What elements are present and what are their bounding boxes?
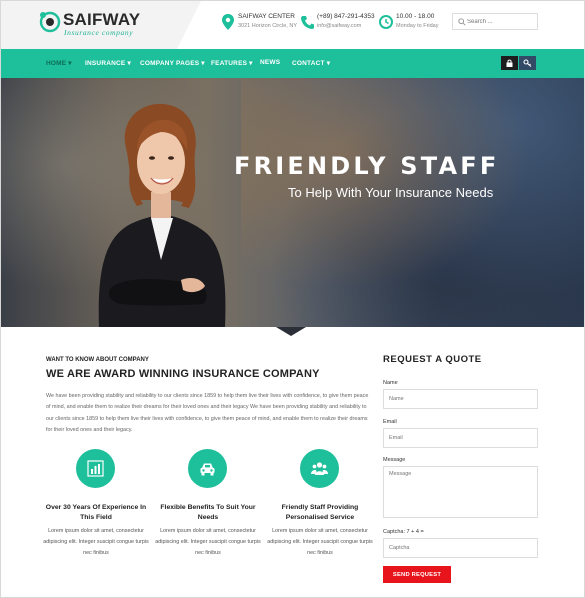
hero-woman-image xyxy=(98,103,226,327)
brand-tagline: Insurance company xyxy=(64,28,134,37)
name-label: Name xyxy=(383,380,398,386)
nav-features[interactable]: FEATURES ▾ xyxy=(211,59,253,67)
captcha-field[interactable] xyxy=(383,538,538,558)
feature-title-experience: Over 30 Years Of Experience In This Fiel… xyxy=(45,504,147,521)
feature-circle-benefits xyxy=(188,449,227,488)
message-label: Message xyxy=(383,457,406,463)
page: SAIFWAY Insurance company SAIFWAY CENTER… xyxy=(0,0,585,598)
nav-news[interactable]: NEWS xyxy=(260,59,280,66)
address-line1: SAIFWAY CENTER xyxy=(238,13,295,20)
car-icon xyxy=(200,463,215,476)
main-nav: HOME ▾ INSURANCE ▾ COMPANY PAGES ▾ FEATU… xyxy=(1,49,584,78)
map-pin-icon xyxy=(222,14,234,30)
feature-title-staff: Friendly Staff Providing Personalised Se… xyxy=(281,504,359,521)
register-button[interactable] xyxy=(519,56,536,70)
email-field[interactable] xyxy=(383,428,538,448)
phone-number[interactable]: (+89) 847-291-4353 xyxy=(317,13,375,20)
phone-icon xyxy=(301,16,314,29)
login-button[interactable] xyxy=(501,56,518,70)
logo-area[interactable]: SAIFWAY Insurance company xyxy=(1,1,201,49)
lock-icon xyxy=(506,59,513,67)
feature-circle-experience xyxy=(76,449,115,488)
hero-title: FRIENDLY STAFF xyxy=(234,152,500,180)
about-eyebrow: WANT TO KNOW ABOUT COMPANY xyxy=(46,357,149,363)
key-icon xyxy=(523,59,532,67)
search-input[interactable] xyxy=(467,15,535,28)
site-header: SAIFWAY Insurance company SAIFWAY CENTER… xyxy=(1,1,584,49)
feature-title-benefits: Flexible Benefits To Suit Your Needs xyxy=(160,504,256,521)
search-box[interactable] xyxy=(452,13,538,30)
bar-chart-icon xyxy=(87,460,104,477)
clock-icon xyxy=(379,15,393,29)
people-icon xyxy=(311,462,328,475)
hero-subtitle: To Help With Your Insurance Needs xyxy=(288,185,494,200)
about-paragraph: We have been providing stability and rel… xyxy=(46,393,369,434)
hero-notch-arrow xyxy=(276,327,306,336)
about-title: WE ARE AWARD WINNING INSURANCE COMPANY xyxy=(46,368,320,380)
captcha-label: Captcha: 7 + 4 = xyxy=(383,529,424,535)
nav-contact[interactable]: CONTACT ▾ xyxy=(292,59,330,67)
contact-email[interactable]: info@saifway.com xyxy=(317,23,361,29)
feature-text-benefits: Lorem ipsum dolor sit amet, consectetur … xyxy=(155,528,261,556)
search-icon xyxy=(458,18,466,26)
address-line2: 3021 Horizon Circle, NY xyxy=(238,23,297,29)
message-field[interactable] xyxy=(383,466,538,518)
feature-text-experience: Lorem ipsum dolor sit amet, consectetur … xyxy=(43,528,149,556)
feature-text-staff: Lorem ipsum dolor sit amet, consectetur … xyxy=(267,528,373,556)
quote-form-title: REQUEST A QUOTE xyxy=(383,354,482,365)
hero-slider: FRIENDLY STAFF To Help With Your Insuran… xyxy=(1,78,584,327)
nav-company-pages[interactable]: COMPANY PAGES ▾ xyxy=(140,59,205,67)
email-label: Email xyxy=(383,419,397,425)
send-request-button[interactable]: SEND REQUEST xyxy=(383,566,451,583)
hero-background-right xyxy=(241,78,584,327)
feature-circle-staff xyxy=(300,449,339,488)
logo-icon xyxy=(39,11,61,33)
hours-days: Monday to Friday xyxy=(396,23,439,29)
name-field[interactable] xyxy=(383,389,538,409)
hours-time: 10.00 - 18.00 xyxy=(396,13,435,20)
brand-name: SAIFWAY xyxy=(63,10,141,29)
nav-home[interactable]: HOME ▾ xyxy=(46,59,72,67)
nav-insurance[interactable]: INSURANCE ▾ xyxy=(85,59,131,67)
